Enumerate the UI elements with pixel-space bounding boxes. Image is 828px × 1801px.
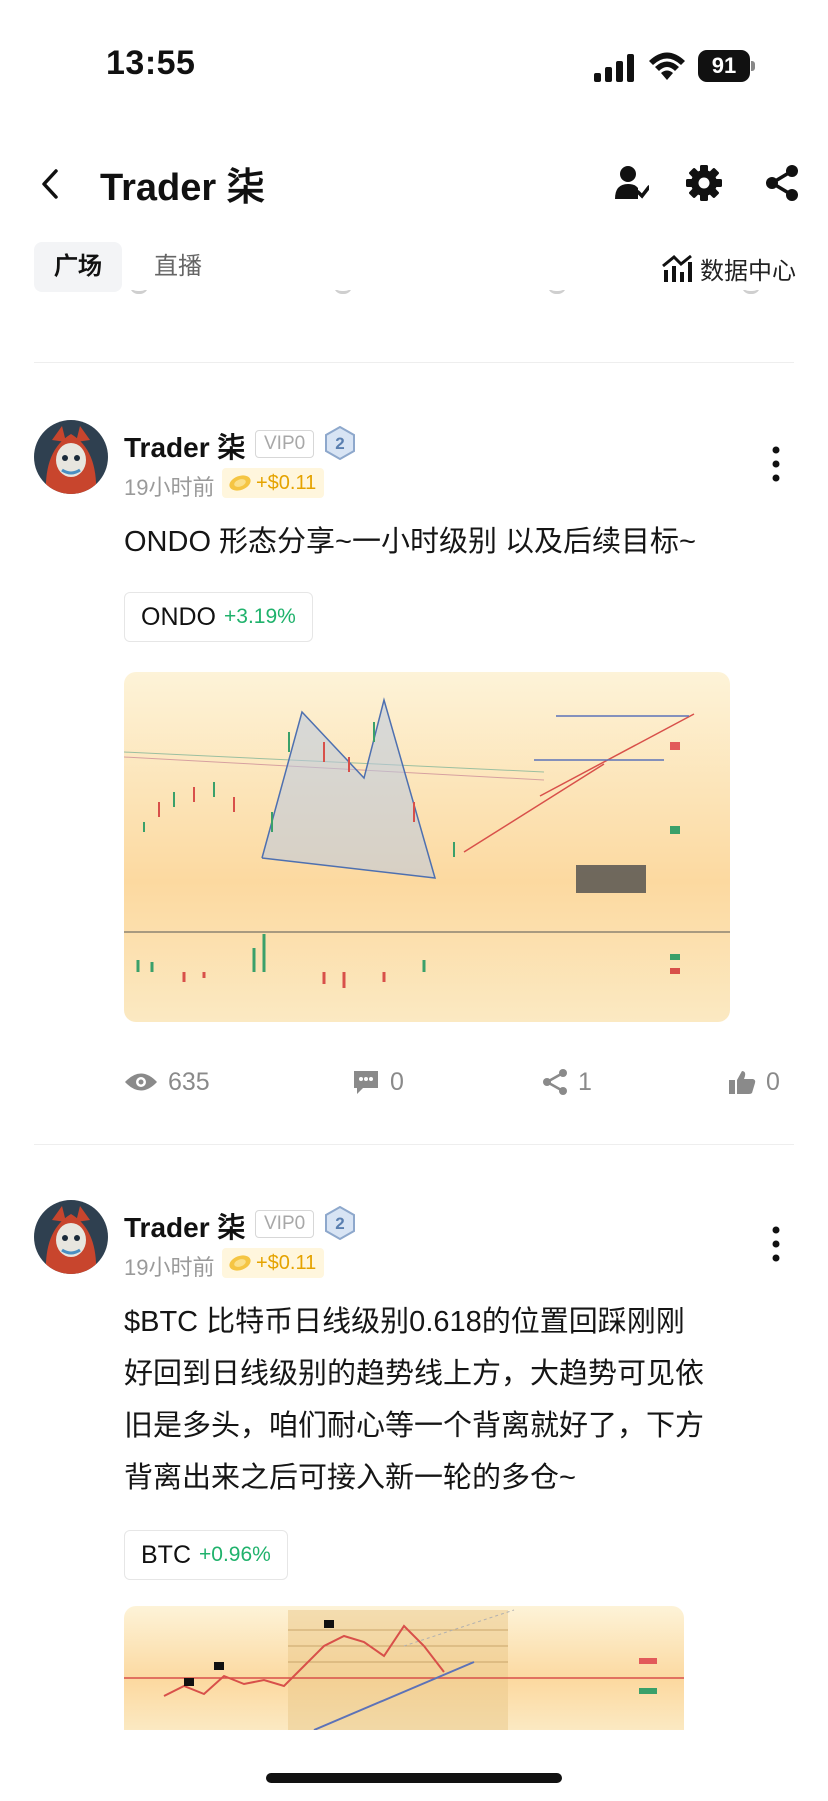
home-indicator [266, 1773, 562, 1783]
tip-chip[interactable]: +$0.11 [222, 1248, 325, 1278]
coin-icon [229, 475, 251, 491]
author-name[interactable]: Trader 柒 [124, 426, 245, 466]
vip-badge: VIP0 [255, 430, 315, 458]
app-header: Trader 柒 [0, 140, 828, 230]
btc-chart-image [124, 1609, 684, 1730]
chart-icon [662, 254, 692, 282]
post-time: 19小时前 [124, 1255, 215, 1280]
status-bar: 13:55 91 [0, 0, 828, 130]
level-number: 2 [335, 1214, 344, 1233]
like-icon [729, 1071, 756, 1094]
back-icon [42, 169, 58, 199]
like-button[interactable]: 0 [728, 1062, 780, 1102]
divider [34, 362, 794, 363]
status-time: 13:55 [106, 44, 196, 82]
share-post-button[interactable]: 1 [542, 1062, 592, 1102]
tab-plaza[interactable]: 广场 [34, 242, 122, 292]
post-image-chart[interactable] [124, 672, 730, 1022]
post-text-line: $BTC 比特币日线级别0.618的位置回踩刚刚 [124, 1306, 685, 1338]
share-icon [766, 165, 798, 201]
coin-symbol: BTC [141, 1540, 191, 1569]
previous-post-stats-fragment [34, 290, 794, 304]
more-icon[interactable] [766, 1224, 786, 1264]
post-text-line: 旧是多头，咱们耐心等一个背离就好了，下方 [124, 1410, 705, 1442]
cellular-signal-icon [594, 54, 634, 82]
comments-count: 0 [390, 1067, 404, 1096]
author-name[interactable]: Trader 柒 [124, 1206, 245, 1246]
coin-change: +0.96% [199, 1543, 271, 1566]
gear-icon [686, 165, 722, 201]
coin-tag[interactable]: BTC +0.96% [124, 1530, 288, 1580]
views-count: 635 [168, 1067, 210, 1096]
post-text-line: ONDO 形态分享~一小时级别 以及后续目标~ [124, 526, 696, 558]
share-icon [543, 1069, 567, 1095]
follow-user-button[interactable] [608, 158, 656, 208]
comment-button[interactable]: 0 [352, 1062, 404, 1102]
settings-button[interactable] [680, 158, 728, 208]
coin-icon [229, 1255, 251, 1271]
tip-amount: +$0.11 [256, 1251, 317, 1274]
back-button[interactable] [30, 154, 70, 214]
post-text[interactable]: ONDO 形态分享~一小时级别 以及后续目标~ [124, 516, 804, 568]
ondo-chart-image [124, 697, 730, 988]
vip-badge: VIP0 [255, 1210, 315, 1238]
avatar-image [34, 1200, 108, 1274]
more-icon[interactable] [766, 444, 786, 484]
level-badge-icon: 2 [325, 1206, 355, 1240]
coin-tag[interactable]: ONDO +3.19% [124, 592, 313, 642]
post-stats: 635 0 1 0 [0, 1062, 828, 1102]
share-button[interactable] [758, 158, 806, 208]
coin-symbol: ONDO [141, 602, 216, 631]
comment-icon [354, 1071, 378, 1094]
data-center-link[interactable]: 数据中心 [662, 248, 796, 288]
avatar[interactable] [34, 420, 108, 494]
post-text-line: 背离出来之后可接入新一轮的多仓~ [124, 1462, 576, 1494]
post-card[interactable]: Trader 柒 VIP0 2 19小时前 +$0.11 $BTC 比特币日线级… [0, 1200, 828, 1760]
views-stat: 635 [124, 1062, 210, 1102]
page-title: Trader 柒 [100, 167, 265, 209]
post-text[interactable]: $BTC 比特币日线级别0.618的位置回踩刚刚 好回到日线级别的趋势线上方，大… [124, 1296, 804, 1504]
battery-icon: 91 [698, 50, 756, 82]
tab-live[interactable]: 直播 [134, 242, 222, 292]
level-number: 2 [335, 434, 344, 453]
likes-count: 0 [766, 1067, 780, 1096]
post-image-chart[interactable] [124, 1606, 684, 1730]
shares-count: 1 [578, 1067, 592, 1096]
tip-chip[interactable]: +$0.11 [222, 468, 325, 498]
data-center-label: 数据中心 [700, 257, 796, 285]
avatar-image [34, 420, 108, 494]
battery-level: 91 [698, 50, 750, 82]
wifi-icon [649, 52, 685, 80]
level-badge-icon: 2 [325, 426, 355, 460]
follow-user-icon [615, 166, 649, 199]
post-card[interactable]: Trader 柒 VIP0 2 19小时前 +$0.11 ONDO 形态分享~一… [0, 420, 828, 1110]
post-text-line: 好回到日线级别的趋势线上方，大趋势可见依 [124, 1358, 705, 1390]
coin-change: +3.19% [224, 605, 296, 628]
eye-icon [125, 1073, 157, 1091]
divider [34, 1144, 794, 1145]
tip-amount: +$0.11 [256, 471, 317, 494]
avatar[interactable] [34, 1200, 108, 1274]
post-time: 19小时前 [124, 475, 215, 500]
